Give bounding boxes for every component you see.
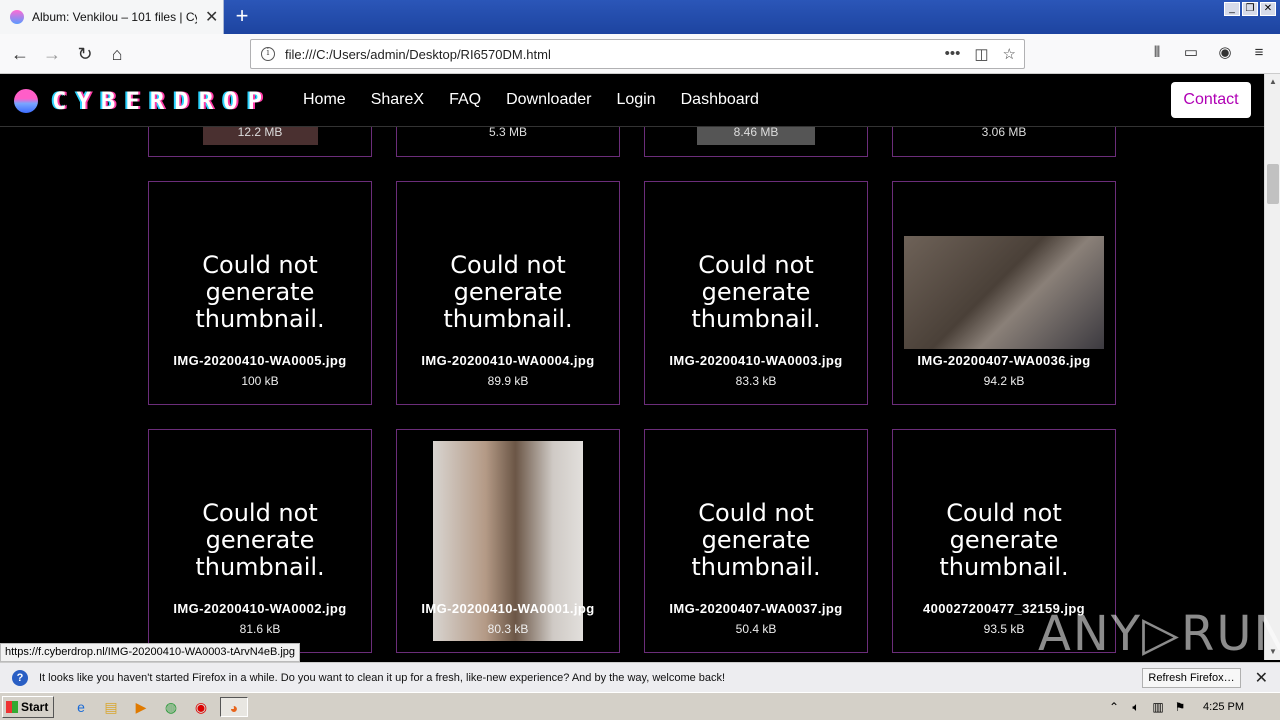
forward-icon[interactable]: → (40, 42, 64, 66)
menu-downloader[interactable]: Downloader (506, 91, 591, 109)
menu-dashboard[interactable]: Dashboard (681, 91, 759, 109)
browser-navbar: ← → ↻ ⌂ i file:///C:/Users/admin/Desktop… (0, 34, 1280, 74)
file-size: 12.2 MB (237, 127, 283, 139)
firefox-taskbar-icon[interactable]: ◕ (220, 697, 248, 717)
browser-titlebar: Album: Venkilou – 101 files | Cyberdrop … (0, 0, 1280, 34)
new-tab-button[interactable]: + (230, 4, 254, 28)
clock[interactable]: 4:25 PM (1203, 701, 1244, 713)
no-thumbnail-text: Could not generate thumbnail. (691, 499, 821, 581)
page-actions-icon[interactable]: ••• (945, 45, 961, 63)
notification-bar: ? It looks like you haven't started Fire… (0, 662, 1280, 692)
bookmark-star-icon[interactable]: ☆ (1003, 45, 1016, 63)
menu-home[interactable]: Home (303, 91, 346, 109)
file-size: 8.46 MB (733, 127, 779, 139)
tray-expand-icon[interactable]: ⌃ (1107, 700, 1121, 714)
file-name[interactable]: IMG-20200410-WA0003.jpg (645, 353, 867, 368)
no-thumbnail-text: Could not generate thumbnail. (195, 499, 325, 581)
tab-title: Album: Venkilou – 101 files | Cyberdrop (32, 10, 197, 24)
site-favicon-icon (10, 10, 24, 24)
file-name[interactable]: IMG-20200407-WA0037.jpg (645, 601, 867, 616)
status-url: https://f.cyberdrop.nl/IMG-20200410-WA00… (0, 643, 301, 662)
action-center-flag-icon[interactable]: ⚑ (1173, 700, 1187, 714)
notification-message: It looks like you haven't started Firefo… (39, 671, 726, 684)
ie-icon[interactable]: e (70, 697, 92, 717)
site-logo[interactable]: CYBERDROP (14, 87, 272, 115)
contact-button[interactable]: Contact (1171, 82, 1251, 118)
system-tray: ⌃ 🔈︎ ▥ ⚑ 4:25 PM (1107, 696, 1280, 718)
windows-logo-icon (6, 701, 18, 713)
file-card[interactable]: Could not generate thumbnail. IMG-202004… (148, 181, 372, 405)
file-size: 3.06 MB (981, 127, 1027, 139)
file-size: 83.3 kB (735, 374, 777, 388)
home-icon[interactable]: ⌂ (105, 42, 129, 66)
file-card[interactable]: Could not generate thumbnail. IMG-202004… (148, 429, 372, 653)
menu-sharex[interactable]: ShareX (371, 91, 424, 109)
file-card[interactable]: IMG-20200407-WA0036.jpg 94.2 kB (892, 181, 1116, 405)
file-size: 100 kB (241, 374, 279, 388)
file-name[interactable]: IMG-20200410-WA0005.jpg (149, 353, 371, 368)
site-info-icon[interactable]: i (261, 47, 275, 61)
file-name[interactable]: IMG-20200410-WA0001.jpg (397, 601, 619, 616)
site-header: CYBERDROP Home ShareX FAQ Downloader Log… (0, 74, 1264, 127)
restore-icon[interactable]: ❐ (1242, 2, 1258, 16)
file-name[interactable]: IMG-20200410-WA0004.jpg (397, 353, 619, 368)
file-card[interactable]: Could not generate thumbnail. IMG-202004… (644, 181, 868, 405)
menu-login[interactable]: Login (616, 91, 655, 109)
file-card[interactable]: Could not generate thumbnail. IMG-202004… (644, 429, 868, 653)
start-button[interactable]: Start (2, 696, 54, 718)
scrollbar-thumb[interactable] (1267, 164, 1279, 204)
notification-close-icon[interactable]: ✕ (1255, 668, 1268, 688)
opera-icon[interactable]: ◉ (190, 697, 212, 717)
anyrun-watermark: ANY▷RUN (1038, 606, 1280, 662)
pocket-icon[interactable]: ◫ (974, 45, 988, 63)
refresh-firefox-button[interactable]: Refresh Firefox… (1142, 667, 1241, 688)
no-thumbnail-text: Could not generate thumbnail. (443, 251, 573, 333)
file-size: 94.2 kB (983, 374, 1025, 388)
file-size: 5.3 MB (488, 127, 527, 139)
minimize-icon[interactable]: _ (1224, 2, 1240, 16)
file-size: 80.3 kB (487, 622, 529, 636)
url-text[interactable]: file:///C:/Users/admin/Desktop/RI6570DM.… (285, 47, 945, 62)
browser-tab[interactable]: Album: Venkilou – 101 files | Cyberdrop … (0, 0, 224, 34)
thumbnail-image[interactable] (904, 236, 1104, 349)
menu-faq[interactable]: FAQ (449, 91, 481, 109)
reload-icon[interactable]: ↻ (73, 42, 97, 66)
file-card[interactable]: Could not generate thumbnail. IMG-202004… (396, 181, 620, 405)
tab-close-icon[interactable]: ✕ (205, 7, 218, 27)
close-window-icon[interactable]: ✕ (1260, 2, 1276, 16)
volume-icon[interactable]: 🔈︎ (1129, 700, 1143, 715)
file-name[interactable]: IMG-20200410-WA0002.jpg (149, 601, 371, 616)
scroll-up-icon[interactable]: ▲ (1265, 74, 1280, 90)
main-menu: Home ShareX FAQ Downloader Login Dashboa… (303, 91, 759, 109)
url-bar[interactable]: i file:///C:/Users/admin/Desktop/RI6570D… (250, 39, 1025, 69)
logo-text: CYBERDROP (52, 87, 273, 115)
file-grid: 12.2 MB 5.3 MB 8.46 MB 3.06 MB Could not… (0, 127, 1264, 660)
file-name[interactable]: IMG-20200407-WA0036.jpg (893, 353, 1115, 368)
no-thumbnail-text: Could not generate thumbnail. (195, 251, 325, 333)
menu-icon[interactable]: ≡ (1248, 42, 1270, 64)
network-icon[interactable]: ▥ (1151, 700, 1165, 714)
file-card[interactable]: IMG-20200410-WA0001.jpg 80.3 kB (396, 429, 620, 653)
logo-sun-icon (14, 89, 38, 113)
taskbar: Start e ▤ ▶ ◍ ◉ ◕ ⌃ 🔈︎ ▥ ⚑ 4:25 PM (0, 692, 1280, 720)
file-size: 81.6 kB (239, 622, 281, 636)
page-scrollbar[interactable]: ▲ ▼ (1264, 74, 1280, 660)
no-thumbnail-text: Could not generate thumbnail. (939, 499, 1069, 581)
media-player-icon[interactable]: ▶ (130, 697, 152, 717)
library-icon[interactable]: ⫴ (1146, 42, 1168, 64)
folder-icon[interactable]: ▤ (100, 697, 122, 717)
no-thumbnail-text: Could not generate thumbnail. (691, 251, 821, 333)
sidebar-icon[interactable]: ▭ (1180, 42, 1202, 64)
chrome-icon[interactable]: ◍ (160, 697, 182, 717)
back-icon[interactable]: ← (8, 42, 32, 66)
window-controls: _ ❐ ✕ (1224, 2, 1276, 16)
account-icon[interactable]: ◉ (1214, 42, 1236, 64)
file-size: 50.4 kB (735, 622, 777, 636)
file-size: 89.9 kB (487, 374, 529, 388)
start-label: Start (21, 700, 49, 714)
question-icon: ? (12, 669, 28, 686)
